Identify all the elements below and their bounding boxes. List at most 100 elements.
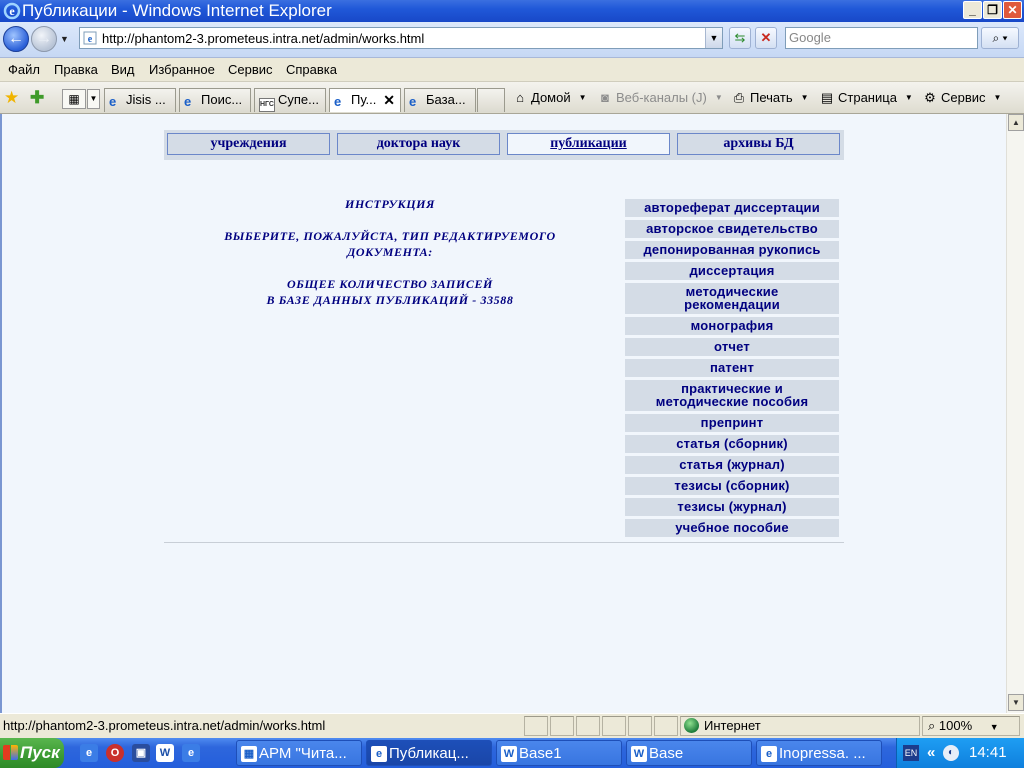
restore-button[interactable]: ❐ <box>983 1 1002 19</box>
forward-button[interactable]: → <box>31 26 57 52</box>
new-tab-button[interactable] <box>477 88 505 112</box>
app-icon: ▦ <box>241 746 257 762</box>
favorites-star-icon[interactable]: ★ <box>4 88 19 108</box>
vertical-scrollbar[interactable]: ▲ ▼ <box>1006 114 1024 713</box>
nav-doctors[interactable]: доктора наук <box>337 133 500 155</box>
back-button[interactable]: ← <box>3 26 29 52</box>
minimize-button[interactable]: _ <box>963 1 982 19</box>
feeds-button[interactable]: ◙ Веб-каналы (J) ▼ <box>597 90 723 106</box>
quicklaunch-desktop-icon[interactable]: e <box>80 744 98 762</box>
doctype-preprint[interactable]: препринт <box>625 414 839 432</box>
tab-list-dropdown-icon[interactable]: ▼ <box>87 89 100 109</box>
chevron-down-icon[interactable]: ▼ <box>801 93 809 102</box>
ie-page-icon: e <box>184 94 192 109</box>
clock[interactable]: 14:41 <box>969 744 1007 762</box>
print-button[interactable]: ⎙ Печать ▼ <box>731 90 809 106</box>
close-tab-icon[interactable]: ✕ <box>383 89 395 111</box>
doctype-dissertation[interactable]: диссертация <box>625 262 839 280</box>
quicklaunch-ie-icon[interactable]: e <box>182 744 200 762</box>
page-menu-button[interactable]: ▤ Страница ▼ <box>819 90 913 106</box>
doctype-deposited-manuscript[interactable]: депонированная рукопись <box>625 241 839 259</box>
svg-text:e: e <box>9 4 15 18</box>
ngs-icon: НГС <box>259 98 275 112</box>
tab-search[interactable]: e Поис... <box>179 88 251 112</box>
chevron-down-icon[interactable]: ▼ <box>994 93 1002 102</box>
show-hidden-icons-icon[interactable]: « <box>927 744 935 762</box>
start-button[interactable]: Пуск <box>0 738 64 768</box>
menu-file[interactable]: Файл <box>8 62 40 78</box>
status-segment <box>576 716 600 736</box>
stop-icon: ✕ <box>760 30 772 45</box>
volume-icon[interactable]: ◐ <box>943 745 959 761</box>
doctype-report[interactable]: отчет <box>625 338 839 356</box>
doctype-method-recommendations[interactable]: методические рекомендации <box>625 283 839 314</box>
quicklaunch-opera-icon[interactable]: O <box>106 744 124 762</box>
nav-institutions[interactable]: учреждения <box>167 133 330 155</box>
restore-icon: ❐ <box>987 3 998 17</box>
word-icon: W <box>501 746 517 762</box>
taskbar-button-arm[interactable]: ▦ АРМ "Чита... <box>236 740 362 766</box>
tools-menu-button[interactable]: ⚙ Сервис ▼ <box>922 90 1001 106</box>
doctype-practical-manuals[interactable]: практические и методические пособия <box>625 380 839 411</box>
doctype-article-collection[interactable]: статья (сборник) <box>625 435 839 453</box>
search-button[interactable]: ⌕ ▾ <box>981 27 1019 49</box>
zoom-control[interactable]: ⌕ 100% ▼ <box>928 718 999 735</box>
address-bar[interactable]: e http://phantom2-3.prometeus.intra.net/… <box>79 27 723 49</box>
status-segment <box>628 716 652 736</box>
tab-jisis[interactable]: e Jisis ... <box>104 88 176 112</box>
close-button[interactable]: ✕ <box>1003 1 1022 19</box>
language-indicator[interactable]: EN <box>903 745 919 761</box>
doctype-author-certificate[interactable]: авторское свидетельство <box>625 220 839 238</box>
scroll-down-icon[interactable]: ▼ <box>1008 694 1024 711</box>
address-url[interactable]: http://phantom2-3.prometeus.intra.net/ad… <box>102 31 424 46</box>
tab-super[interactable]: НГС Супе... <box>254 88 326 112</box>
quicklaunch-word-icon[interactable]: W <box>156 744 174 762</box>
address-dropdown-icon[interactable]: ▼ <box>705 28 722 48</box>
doctype-textbook[interactable]: учебное пособие <box>625 519 839 537</box>
scroll-up-icon[interactable]: ▲ <box>1008 114 1024 131</box>
chevron-down-icon[interactable]: ▼ <box>579 93 587 102</box>
security-zone[interactable]: Интернет <box>684 718 761 734</box>
menu-view[interactable]: Вид <box>111 62 135 78</box>
ie-logo-icon: e <box>3 2 21 20</box>
ie-page-icon: e <box>409 94 417 109</box>
quicklaunch-save-icon[interactable]: ▣ <box>132 744 150 762</box>
taskbar-button-base1[interactable]: W Base1 <box>496 740 622 766</box>
refresh-icon: ⇆ <box>734 30 746 45</box>
stop-button[interactable]: ✕ <box>755 27 777 49</box>
doctype-patent[interactable]: патент <box>625 359 839 377</box>
doctype-monograph[interactable]: монография <box>625 317 839 335</box>
content-divider <box>164 542 844 543</box>
menu-tools[interactable]: Сервис <box>228 62 273 78</box>
instruction-line: ВЫБЕРИТЕ, ПОЖАЛУЙСТА, ТИП РЕДАКТИРУЕМОГО <box>224 229 556 243</box>
quick-tabs-button[interactable]: ▦ <box>62 89 86 109</box>
doctype-article-journal[interactable]: статья (журнал) <box>625 456 839 474</box>
status-segment <box>550 716 574 736</box>
doctype-autoreferat[interactable]: автореферат диссертации <box>625 199 839 217</box>
home-button[interactable]: ⌂ Домой ▼ <box>512 90 587 106</box>
chevron-down-icon[interactable]: ▼ <box>990 722 999 732</box>
search-input[interactable]: Google <box>785 27 978 49</box>
arrow-left-icon: ← <box>8 30 24 47</box>
nav-archives[interactable]: архивы БД <box>677 133 840 155</box>
history-dropdown-icon[interactable]: ▼ <box>60 34 69 44</box>
tab-database[interactable]: e База... <box>404 88 476 112</box>
menu-edit[interactable]: Правка <box>54 62 98 78</box>
taskbar-button-base[interactable]: W Base <box>626 740 752 766</box>
doctype-theses-collection[interactable]: тезисы (сборник) <box>625 477 839 495</box>
taskbar-button-publications[interactable]: e Публикац... <box>366 740 492 766</box>
chevron-down-icon[interactable]: ▼ <box>905 93 913 102</box>
add-favorites-icon[interactable]: ✚ <box>30 88 44 108</box>
chevron-down-icon[interactable]: ▼ <box>715 93 723 102</box>
taskbar-button-inopressa[interactable]: e Inopressa. ... <box>756 740 882 766</box>
address-toolbar: ← → ▼ e http://phantom2-3.prometeus.intr… <box>0 22 1024 58</box>
window-title-bar[interactable]: e Публикации - Windows Internet Explorer… <box>0 0 1024 22</box>
nav-publications[interactable]: публикации <box>507 133 670 155</box>
ie-page-icon: e <box>371 746 387 762</box>
status-segment <box>654 716 678 736</box>
menu-favorites[interactable]: Избранное <box>149 62 215 78</box>
doctype-theses-journal[interactable]: тезисы (журнал) <box>625 498 839 516</box>
menu-help[interactable]: Справка <box>286 62 337 78</box>
refresh-button[interactable]: ⇆ <box>729 27 751 49</box>
tab-publications[interactable]: e Пу... ✕ <box>329 88 401 112</box>
